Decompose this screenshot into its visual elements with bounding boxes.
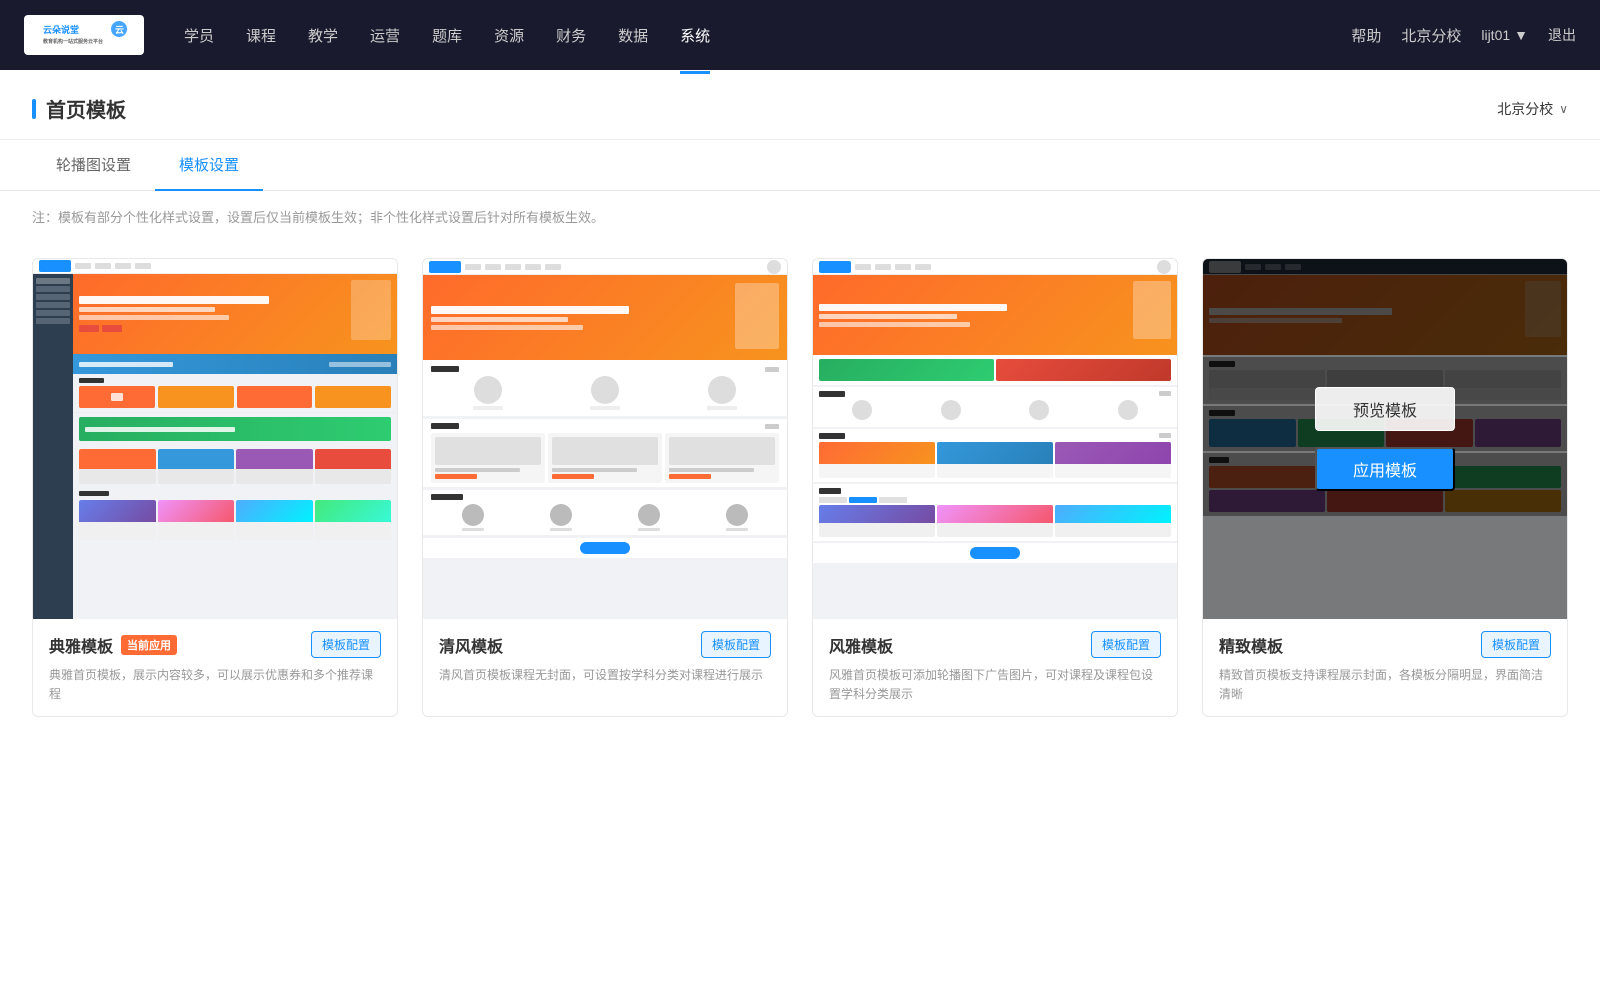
template-preview-3 bbox=[813, 259, 1177, 619]
preview-template-button[interactable]: 预览模板 bbox=[1315, 387, 1455, 431]
note-text: 注：模板有部分个性化样式设置，设置后仅当前模板生效；非个性化样式设置后针对所有模… bbox=[0, 191, 1600, 242]
nav-item-data[interactable]: 数据 bbox=[618, 21, 648, 50]
page-header: 首页模板 北京分校 ∨ bbox=[0, 70, 1600, 140]
nav-item-operations[interactable]: 运营 bbox=[370, 21, 400, 50]
branch-selector[interactable]: 北京分校 ∨ bbox=[1497, 99, 1568, 135]
brand-logo: 云朵说堂 教育机构一站式服务云平台 云 bbox=[24, 15, 144, 55]
template-name-2: 清风模板 bbox=[439, 633, 503, 657]
page-container: 首页模板 北京分校 ∨ 轮播图设置 模板设置 注：模板有部分个性化样式设置，设置… bbox=[0, 70, 1600, 990]
config-button-3[interactable]: 模板配置 bbox=[1091, 631, 1161, 658]
template-info-4: 精致模板 模板配置 精致首页模板支持课程展示封面，各模板分隔明显，界面简洁清晰 bbox=[1203, 619, 1567, 716]
nav-item-resources[interactable]: 资源 bbox=[494, 21, 524, 50]
help-link[interactable]: 帮助 bbox=[1351, 21, 1381, 50]
tab-template[interactable]: 模板设置 bbox=[155, 140, 263, 191]
nav-item-courses[interactable]: 课程 bbox=[246, 21, 276, 50]
template-title-row-3: 风雅模板 模板配置 bbox=[829, 631, 1161, 658]
template-overlay: 预览模板 应用模板 bbox=[1203, 259, 1567, 619]
svg-text:云: 云 bbox=[115, 25, 124, 35]
template-preview-4: 预览模板 应用模板 bbox=[1203, 259, 1567, 619]
template-info-2: 清风模板 模板配置 清风首页模板课程无封面，可设置按学科分类对课程进行展示 bbox=[423, 619, 787, 697]
template-name-1: 典雅模板 当前应用 bbox=[49, 633, 177, 657]
svg-text:教育机构一站式服务云平台: 教育机构一站式服务云平台 bbox=[42, 38, 103, 45]
template-preview-1 bbox=[33, 259, 397, 619]
template-card-1[interactable]: 典雅模板 当前应用 模板配置 典雅首页模板，展示内容较多，可以展示优惠券和多个推… bbox=[32, 258, 398, 717]
template-info-3: 风雅模板 模板配置 风雅首页模板可添加轮播图下广告图片，可对课程及课程包设置学科… bbox=[813, 619, 1177, 716]
nav-item-finance[interactable]: 财务 bbox=[556, 21, 586, 50]
template-desc-4: 精致首页模板支持课程展示封面，各模板分隔明显，界面简洁清晰 bbox=[1219, 666, 1551, 704]
config-button-4[interactable]: 模板配置 bbox=[1481, 631, 1551, 658]
template-info-1: 典雅模板 当前应用 模板配置 典雅首页模板，展示内容较多，可以展示优惠券和多个推… bbox=[33, 619, 397, 716]
nav-item-students[interactable]: 学员 bbox=[184, 21, 214, 50]
template-title-row-2: 清风模板 模板配置 bbox=[439, 631, 771, 658]
nav-item-system[interactable]: 系统 bbox=[680, 21, 710, 50]
nav-item-questions[interactable]: 题库 bbox=[432, 21, 462, 50]
template-name-3: 风雅模板 bbox=[829, 633, 893, 657]
templates-grid: 典雅模板 当前应用 模板配置 典雅首页模板，展示内容较多，可以展示优惠券和多个推… bbox=[0, 242, 1600, 757]
template-desc-3: 风雅首页模板可添加轮播图下广告图片，可对课程及课程包设置学科分类展示 bbox=[829, 666, 1161, 704]
tabs-bar: 轮播图设置 模板设置 bbox=[0, 140, 1600, 191]
config-button-2[interactable]: 模板配置 bbox=[701, 631, 771, 658]
current-tag: 当前应用 bbox=[121, 635, 177, 655]
user-menu[interactable]: lijt01 ▼ bbox=[1481, 27, 1528, 43]
template-card-4[interactable]: 预览模板 应用模板 精致模板 模板配置 精致首页模板支持课程展示封面，各模板分隔… bbox=[1202, 258, 1568, 717]
brand-logo-area: 云朵说堂 教育机构一站式服务云平台 云 bbox=[24, 15, 144, 55]
template-preview-2 bbox=[423, 259, 787, 619]
svg-text:云朵说堂: 云朵说堂 bbox=[43, 24, 79, 35]
template-desc-1: 典雅首页模板，展示内容较多，可以展示优惠券和多个推荐课程 bbox=[49, 666, 381, 704]
page-title: 首页模板 bbox=[32, 94, 126, 139]
nav-item-teaching[interactable]: 教学 bbox=[308, 21, 338, 50]
chevron-down-icon: ∨ bbox=[1559, 102, 1568, 116]
template-desc-2: 清风首页模板课程无封面，可设置按学科分类对课程进行展示 bbox=[439, 666, 771, 685]
template-name-4: 精致模板 bbox=[1219, 633, 1283, 657]
branch-link[interactable]: 北京分校 bbox=[1401, 21, 1461, 50]
apply-template-button[interactable]: 应用模板 bbox=[1315, 447, 1455, 491]
template-title-row-1: 典雅模板 当前应用 模板配置 bbox=[49, 631, 381, 658]
template-card-3[interactable]: 风雅模板 模板配置 风雅首页模板可添加轮播图下广告图片，可对课程及课程包设置学科… bbox=[812, 258, 1178, 717]
nav-right: 帮助 北京分校 lijt01 ▼ 退出 bbox=[1351, 21, 1576, 50]
navbar: 云朵说堂 教育机构一站式服务云平台 云 学员 课程 教学 运营 题库 资源 财务… bbox=[0, 0, 1600, 70]
template-title-row-4: 精致模板 模板配置 bbox=[1219, 631, 1551, 658]
config-button-1[interactable]: 模板配置 bbox=[311, 631, 381, 658]
template-card-2[interactable]: 清风模板 模板配置 清风首页模板课程无封面，可设置按学科分类对课程进行展示 bbox=[422, 258, 788, 717]
logout-button[interactable]: 退出 bbox=[1548, 25, 1576, 45]
tab-carousel[interactable]: 轮播图设置 bbox=[32, 140, 155, 191]
nav-menu: 学员 课程 教学 运营 题库 资源 财务 数据 系统 bbox=[184, 21, 1351, 50]
